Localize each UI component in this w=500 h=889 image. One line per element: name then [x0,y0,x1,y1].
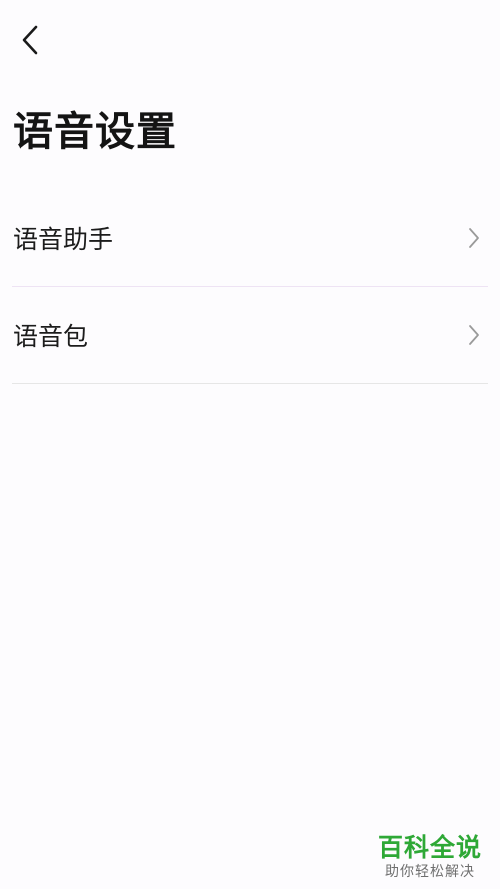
voice-settings-screen: 语音设置 语音助手 语音包 百科全说 助你轻松解决 [0,0,500,889]
chevron-right-icon [464,226,484,250]
settings-list: 语音助手 语音包 [12,190,488,384]
back-button[interactable] [10,20,50,60]
watermark-slogan: 助你轻松解决 [385,864,475,880]
page-title: 语音设置 [13,109,177,155]
chevron-left-icon [22,25,38,55]
list-item-label: 语音包 [13,322,89,351]
chevron-right-icon [464,323,484,347]
list-item-voice-assistant[interactable]: 语音助手 [12,190,488,287]
watermark-brand: 百科全说 [377,833,482,862]
watermark-logo: 百科全说 助你轻松解决 [374,833,486,881]
list-item-voice-pack[interactable]: 语音包 [12,287,488,384]
list-item-label: 语音助手 [13,225,114,254]
